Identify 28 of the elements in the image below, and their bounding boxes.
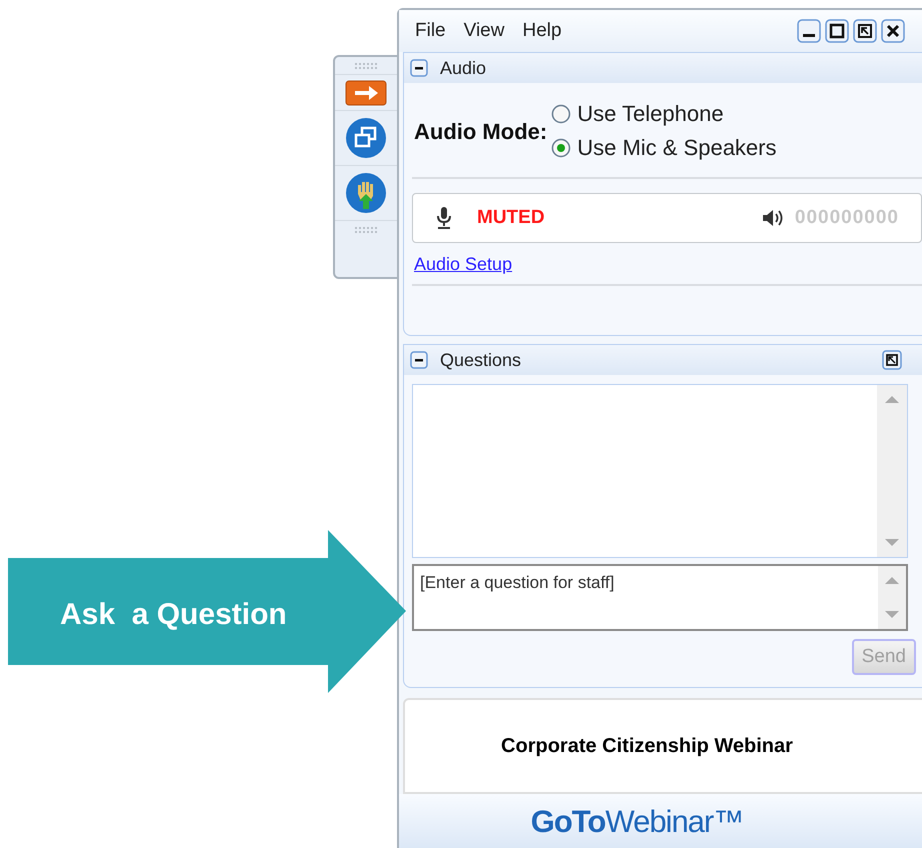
- minimize-icon[interactable]: [797, 19, 821, 43]
- webinar-title: Corporate Citizenship Webinar: [501, 734, 793, 759]
- windows-icon[interactable]: [345, 117, 387, 159]
- menu-item[interactable]: File: [415, 16, 446, 46]
- radio-button[interactable]: [551, 104, 572, 124]
- undock-icon[interactable]: [882, 350, 902, 370]
- muted-status: MUTED: [477, 206, 545, 230]
- audio-mode-label: Audio Mode:: [414, 118, 548, 146]
- speaker-icon: [760, 208, 785, 228]
- logo: GoToWebinar™: [530, 802, 744, 841]
- undock-icon[interactable]: [853, 19, 877, 43]
- close-icon[interactable]: [881, 19, 905, 43]
- grip-icon[interactable]: [355, 227, 377, 233]
- menu-item[interactable]: Help: [522, 16, 562, 46]
- panel-title: Audio: [440, 56, 486, 80]
- menu-item[interactable]: View: [464, 16, 504, 46]
- collapse-icon[interactable]: [410, 59, 428, 77]
- panel-title: Questions: [440, 348, 522, 372]
- audio-setup-link[interactable]: Audio Setup: [414, 251, 512, 278]
- radio-label[interactable]: Use Mic & Speakers: [577, 131, 776, 165]
- collapse-icon[interactable]: [410, 351, 428, 369]
- microphone-icon: [435, 206, 453, 230]
- radio-label[interactable]: Use Telephone: [577, 97, 724, 131]
- callout-label: Ask a Question: [60, 597, 288, 633]
- grip-icon[interactable]: [355, 63, 377, 69]
- raised-hand-icon[interactable]: [345, 172, 387, 214]
- radio-button[interactable]: [551, 138, 572, 158]
- maximize-icon[interactable]: [825, 19, 849, 43]
